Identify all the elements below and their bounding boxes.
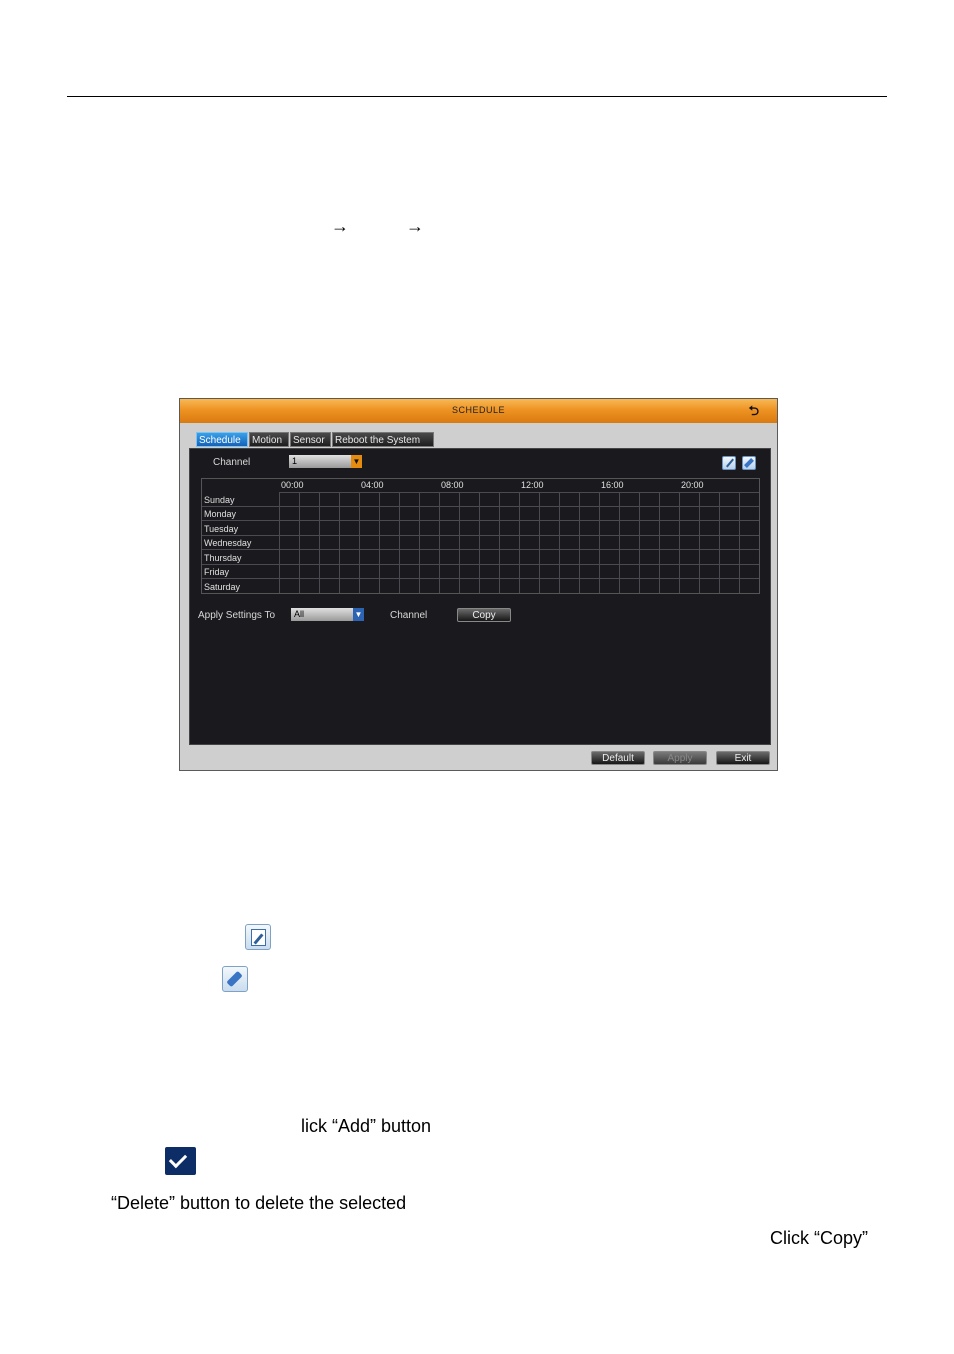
apply-settings-value: All: [294, 609, 305, 619]
add-instruction: lick “Add” button: [301, 1116, 432, 1136]
apply-button[interactable]: Apply: [653, 751, 707, 765]
copy-button[interactable]: Copy: [457, 608, 511, 622]
day-label: Saturday: [204, 582, 241, 592]
day-label: Monday: [204, 509, 237, 519]
channel-label: Channel: [213, 457, 251, 468]
delete-instruction: “Delete” button to delete the selected: [111, 1193, 407, 1213]
hour-label: 20:00: [681, 480, 704, 490]
row-divider: [202, 506, 759, 507]
channel-value: 1: [292, 456, 298, 466]
row-divider: [202, 535, 759, 536]
hour-label: 08:00: [441, 480, 464, 490]
eraser-icon: [222, 966, 248, 992]
chevron-down-icon: ▼: [351, 455, 362, 468]
arrow-2: →: [406, 216, 424, 236]
chevron-down-icon: ▼: [353, 608, 364, 621]
row-divider: [202, 549, 759, 550]
hour-label: 12:00: [521, 480, 544, 490]
hour-label: 00:00: [281, 480, 304, 490]
schedule-grid[interactable]: 00:00 04:00 08:00 12:00 16:00 20:00 Sund…: [201, 478, 760, 594]
tab-schedule[interactable]: Schedule: [196, 432, 248, 447]
window-title: SCHEDULE: [451, 405, 505, 415]
day-label: Tuesday: [204, 524, 239, 534]
arrow-1: →: [331, 216, 349, 236]
copy-instruction: Click “Copy”: [770, 1228, 869, 1248]
row-divider: [202, 578, 759, 579]
copy-channel-label: Channel: [390, 610, 428, 621]
schedule-panel: Channel 1 ▼ 00:00 04:00 08:00 12:00 16:0…: [189, 448, 771, 745]
row-divider: [202, 520, 759, 521]
default-button[interactable]: Default: [591, 751, 645, 765]
apply-settings-select[interactable]: All ▼: [291, 608, 364, 621]
hour-label: 04:00: [361, 480, 384, 490]
row-divider: [202, 564, 759, 565]
day-label: Sunday: [204, 495, 235, 505]
edit-icon: [245, 924, 271, 950]
title-bar: SCHEDULE ⮌: [180, 399, 777, 423]
schedule-window: SCHEDULE ⮌ Schedule Motion Sensor Reboot…: [179, 398, 778, 771]
day-label: Wednesday: [204, 538, 252, 548]
tab-sensor[interactable]: Sensor: [290, 432, 331, 447]
return-icon[interactable]: ⮌: [749, 402, 759, 424]
day-label: Thursday: [204, 553, 242, 563]
channel-select[interactable]: 1 ▼: [289, 455, 362, 468]
apply-settings-label: Apply Settings To: [198, 610, 276, 621]
tab-reboot[interactable]: Reboot the System: [332, 432, 434, 447]
edit-schedule-icon[interactable]: [722, 456, 736, 470]
checkmark-icon: [165, 1147, 196, 1175]
day-label: Friday: [204, 567, 230, 577]
header-rule: [67, 96, 887, 97]
tab-motion[interactable]: Motion: [249, 432, 289, 447]
erase-schedule-icon[interactable]: [742, 456, 756, 470]
hour-label: 16:00: [601, 480, 624, 490]
exit-button[interactable]: Exit: [716, 751, 770, 765]
